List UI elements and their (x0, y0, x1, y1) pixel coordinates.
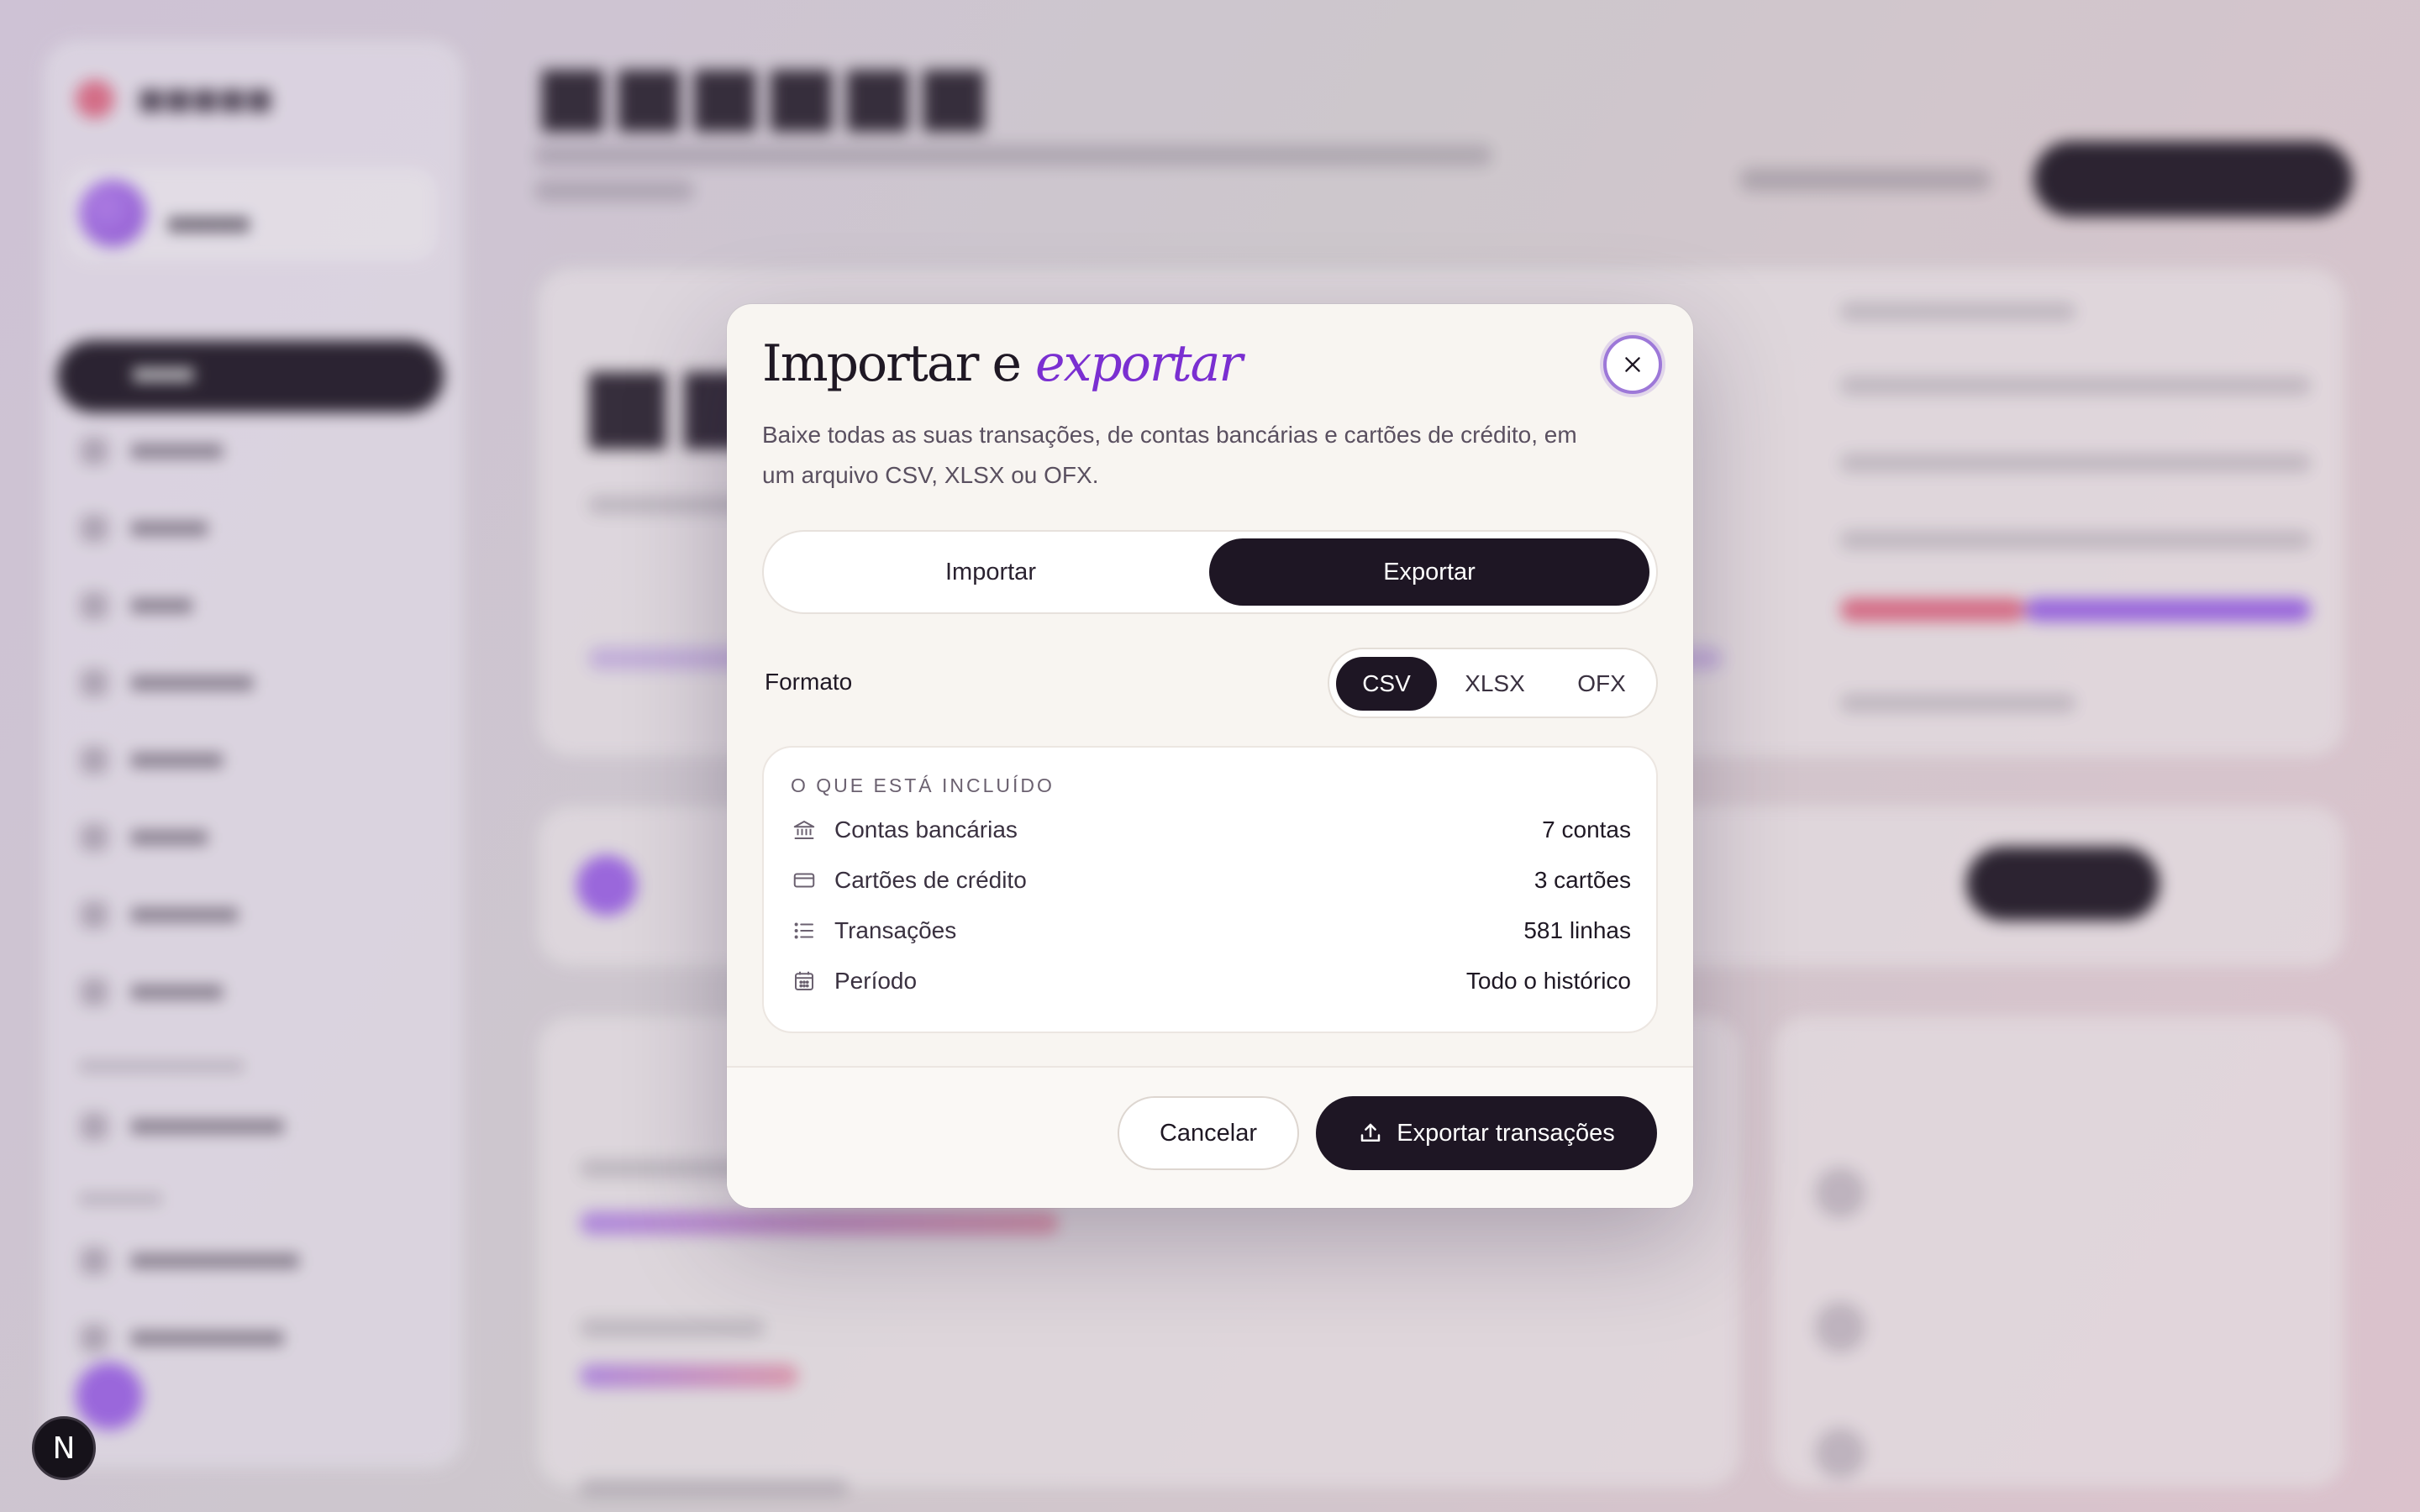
included-row-accounts: Contas bancárias 7 contas (791, 813, 1631, 847)
import-export-dialog: Importar e exportar Baixe todas as suas … (727, 304, 1693, 1208)
calendar-icon (791, 968, 818, 995)
included-value: 581 linhas (1523, 917, 1631, 943)
dialog-title-main: Importar e (762, 334, 1022, 393)
included-value: 7 contas (1542, 816, 1631, 843)
dialog-description: Baixe todas as suas transações, de conta… (762, 422, 1577, 488)
bank-icon (791, 816, 818, 843)
included-value: Todo o histórico (1465, 968, 1631, 994)
included-label: Período (834, 968, 918, 994)
dialog-title: Importar e exportar (762, 334, 1243, 393)
export-transactions-button[interactable]: Exportar transações (1316, 1096, 1657, 1170)
included-heading: O QUE ESTÁ INCLUÍDO (791, 774, 1055, 796)
list-icon (791, 917, 818, 944)
included-row-period: Período Todo o histórico (791, 964, 1631, 998)
included-row-transactions: Transações 581 linhas (791, 914, 1631, 948)
included-label: Transações (834, 917, 957, 943)
included-summary: O QUE ESTÁ INCLUÍDO Contas bancárias 7 c… (762, 746, 1658, 1033)
cancel-button[interactable]: Cancelar (1118, 1096, 1299, 1170)
format-label: Formato (765, 669, 853, 695)
format-option-ofx[interactable]: OFX (1553, 657, 1650, 711)
credit-card-icon (791, 867, 818, 894)
format-option-xlsx[interactable]: XLSX (1442, 657, 1548, 711)
included-label: Contas bancárias (834, 816, 1018, 843)
tab-exportar[interactable]: Exportar (1209, 538, 1649, 606)
upload-icon (1360, 1123, 1381, 1142)
included-row-cards: Cartões de crédito 3 cartões (791, 864, 1631, 897)
dev-tools-badge-label: N (52, 1431, 76, 1466)
close-icon (1625, 357, 1640, 372)
close-button[interactable] (1603, 335, 1662, 394)
dev-tools-badge[interactable]: N (32, 1416, 96, 1480)
dialog-footer: Cancelar Exportar transações (727, 1066, 1693, 1208)
included-value: 3 cartões (1534, 867, 1631, 893)
mode-tabs: Importar Exportar (762, 530, 1658, 614)
format-option-csv[interactable]: CSV (1336, 657, 1437, 711)
tab-importar[interactable]: Importar (771, 538, 1211, 606)
format-selector: CSV XLSX OFX (1328, 648, 1658, 718)
export-button-label: Exportar transações (1397, 1119, 1615, 1147)
dialog-title-accent: exportar (1034, 334, 1243, 393)
included-label: Cartões de crédito (834, 867, 1027, 893)
